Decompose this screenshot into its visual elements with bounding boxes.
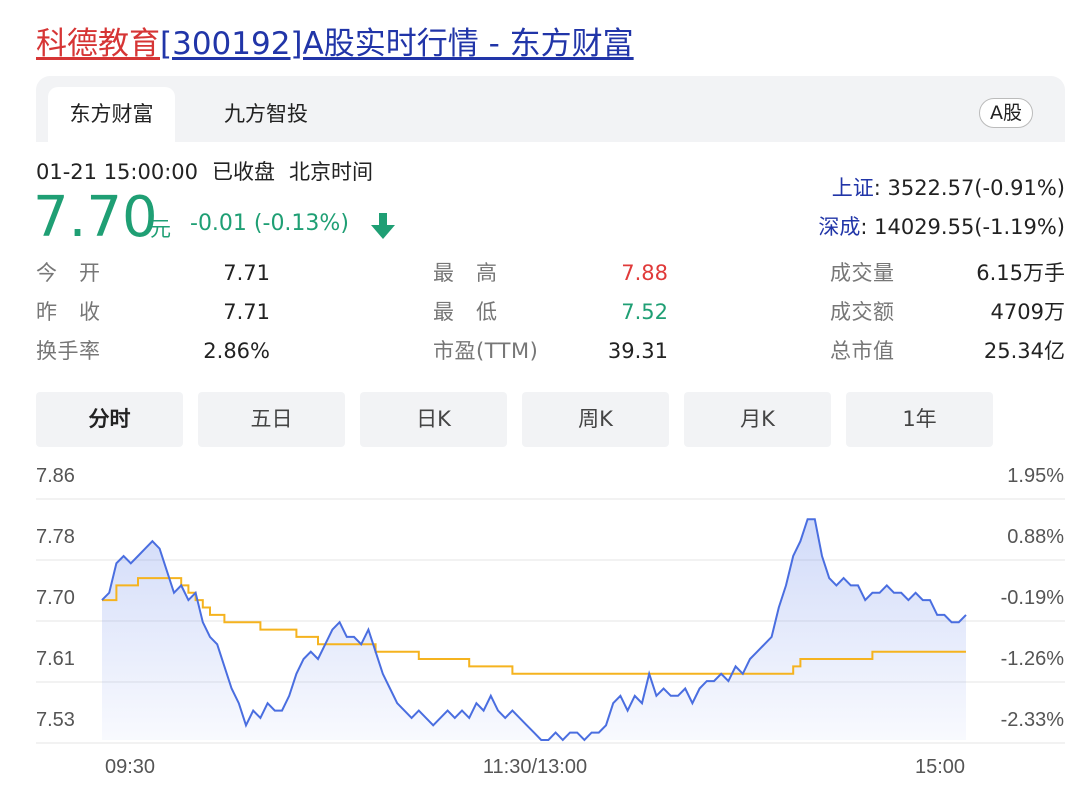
- stat-amount-label: 成交额: [830, 300, 895, 324]
- y-tick-left: 7.53: [36, 709, 75, 731]
- quote-datetime: 01-21 15:00:00: [36, 160, 199, 184]
- index-shenzhen: 深成: 14029.55(-1.19%): [818, 212, 1065, 242]
- stat-open-label: 今 开: [36, 261, 101, 285]
- current-price: 7.70: [33, 185, 158, 250]
- x-tick: 09:30: [105, 756, 155, 778]
- y-tick-left: 7.70: [36, 587, 75, 609]
- chart-period-tabs: 分时 五日 日K 周K 月K 1年: [36, 392, 996, 447]
- index-shanghai-link[interactable]: 上证: [832, 176, 874, 200]
- arrow-down-icon: [371, 213, 395, 239]
- index-shenzhen-value: : 14029.55(-1.19%): [860, 215, 1065, 239]
- price-unit: 元: [150, 217, 171, 241]
- stock-name-link[interactable]: 科德教育: [36, 26, 160, 62]
- stat-amount-value: 4709万: [990, 300, 1065, 324]
- stat-prev-close-value: 7.71: [223, 300, 270, 324]
- tab-eastmoney[interactable]: 东方财富: [48, 87, 175, 142]
- index-shanghai: 上证: 3522.57(-0.91%): [832, 173, 1065, 203]
- stat-low-value: 7.52: [621, 300, 668, 324]
- index-shenzhen-link[interactable]: 深成: [818, 215, 860, 239]
- stat-volume-value: 6.15万手: [976, 261, 1065, 285]
- stat-pe-label: 市盈(TTM): [433, 339, 539, 363]
- timezone-label: 北京时间: [289, 160, 374, 184]
- source-tab-bar: 东方财富 九方智投 A股: [36, 76, 1065, 142]
- y-tick-right: -2.33%: [1001, 709, 1065, 731]
- y-tick-left: 7.61: [36, 648, 75, 670]
- stat-open-value: 7.71: [223, 261, 270, 285]
- y-tick-left: 7.78: [36, 526, 75, 548]
- stat-prev-close-label: 昨 收: [36, 300, 101, 324]
- stat-pe-value: 39.31: [607, 339, 668, 363]
- stat-turnover-label: 换手率: [36, 339, 101, 363]
- title-link[interactable]: [300192]A股实时行情 - 东方财富: [160, 26, 634, 62]
- y-tick-right: 1.95%: [1007, 465, 1064, 487]
- price-area: [102, 519, 966, 740]
- stat-high-label: 最 高: [433, 261, 498, 285]
- stat-marketcap-label: 总市值: [830, 339, 895, 363]
- period-tab-monthly-k[interactable]: 月K: [684, 392, 831, 447]
- price-change: -0.01 (-0.13%): [190, 211, 349, 236]
- market-status: 已收盘: [212, 160, 276, 184]
- period-tab-weekly-k[interactable]: 周K: [522, 392, 669, 447]
- stat-volume-label: 成交量: [830, 261, 895, 285]
- quote-timestamp: 01-21 15:00:00 已收盘 北京时间: [36, 157, 387, 187]
- period-tab-daily-k[interactable]: 日K: [360, 392, 507, 447]
- period-tab-1year[interactable]: 1年: [846, 392, 993, 447]
- index-shanghai-value: : 3522.57(-0.91%): [873, 176, 1065, 200]
- period-tab-intraday[interactable]: 分时: [36, 392, 183, 447]
- page-title[interactable]: 科德教育[300192]A股实时行情 - 东方财富: [36, 18, 634, 70]
- x-tick: 11:30/13:00: [483, 756, 587, 778]
- y-tick-right: 0.88%: [1007, 526, 1064, 548]
- stat-low-label: 最 低: [433, 300, 498, 324]
- x-tick: 15:00: [915, 756, 965, 778]
- y-tick-right: -0.19%: [1001, 587, 1065, 609]
- tab-jiufang[interactable]: 九方智投: [206, 87, 326, 142]
- stat-marketcap-value: 25.34亿: [983, 339, 1065, 363]
- market-badge: A股: [979, 98, 1033, 128]
- y-tick-right: -1.26%: [1001, 648, 1065, 670]
- period-tab-5day[interactable]: 五日: [198, 392, 345, 447]
- y-tick-left: 7.86: [36, 465, 75, 487]
- intraday-chart[interactable]: 7.86 7.78 7.70 7.61 7.53 1.95% 0.88% -0.19% -1.2…: [0, 455, 1080, 791]
- stat-high-value: 7.88: [621, 261, 668, 285]
- stat-turnover-value: 2.86%: [203, 339, 270, 363]
